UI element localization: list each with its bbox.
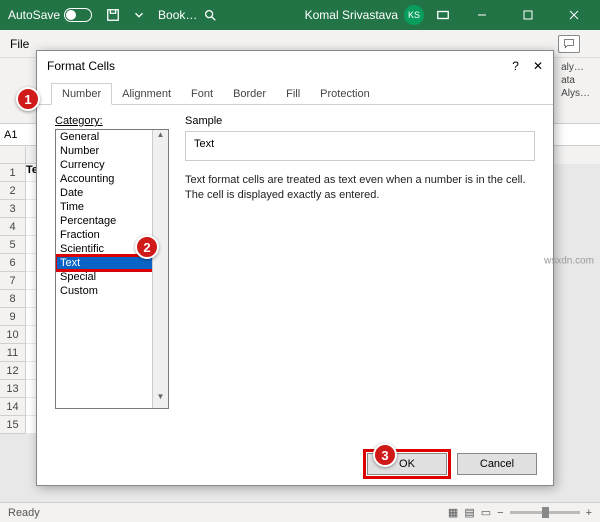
row-header[interactable]: 6 xyxy=(0,254,26,272)
annotation-badge-1: 1 xyxy=(16,87,40,111)
user-name: Komal Srivastava xyxy=(305,8,398,22)
more-icon[interactable] xyxy=(128,4,150,26)
tab-fill[interactable]: Fill xyxy=(276,84,310,104)
sample-label: Sample xyxy=(185,115,535,127)
sample-box: Text xyxy=(185,131,535,161)
row-header[interactable]: 10 xyxy=(0,326,26,344)
dialog-help-button[interactable]: ? xyxy=(512,59,519,73)
toggle-off-icon[interactable] xyxy=(64,8,92,22)
row-header[interactable]: 9 xyxy=(0,308,26,326)
zoom-in-icon[interactable]: + xyxy=(586,507,592,519)
avatar[interactable]: KS xyxy=(404,5,424,25)
row-header[interactable]: 7 xyxy=(0,272,26,290)
view-pagebreak-icon[interactable]: ▭ xyxy=(481,506,491,519)
ribbon-group-analysis[interactable]: Alys… xyxy=(561,88,590,99)
close-button[interactable] xyxy=(554,0,594,30)
view-layout-icon[interactable]: ▤ xyxy=(464,506,474,519)
ribbon-group-data[interactable]: ata xyxy=(561,75,590,86)
tab-protection[interactable]: Protection xyxy=(310,84,380,104)
zoom-slider[interactable] xyxy=(510,511,580,514)
row-header[interactable]: 14 xyxy=(0,398,26,416)
autosave-toggle[interactable]: AutoSave xyxy=(0,8,100,22)
autosave-label: AutoSave xyxy=(8,8,60,22)
ribbon-mode-icon[interactable] xyxy=(432,4,454,26)
comments-icon[interactable] xyxy=(558,35,580,53)
dialog-close-button[interactable]: ✕ xyxy=(533,59,543,73)
row-header[interactable]: 11 xyxy=(0,344,26,362)
row-header[interactable]: 2 xyxy=(0,182,26,200)
view-normal-icon[interactable]: ▦ xyxy=(448,506,458,519)
format-description: Text format cells are treated as text ev… xyxy=(185,173,535,204)
dialog-tabs: Number Alignment Font Border Fill Protec… xyxy=(37,81,553,105)
minimize-button[interactable] xyxy=(462,0,502,30)
scroll-down-icon[interactable]: ▼ xyxy=(153,392,168,408)
row-header[interactable]: 4 xyxy=(0,218,26,236)
row-header[interactable]: 1 xyxy=(0,164,26,182)
tab-alignment[interactable]: Alignment xyxy=(112,84,181,104)
cancel-button[interactable]: Cancel xyxy=(457,453,537,475)
search-icon[interactable] xyxy=(199,4,221,26)
tab-border[interactable]: Border xyxy=(223,84,276,104)
zoom-out-icon[interactable]: − xyxy=(497,507,503,519)
status-bar: Ready ▦ ▤ ▭ − + xyxy=(0,502,600,522)
annotation-badge-2: 2 xyxy=(135,235,159,259)
row-header[interactable]: 13 xyxy=(0,380,26,398)
app-titlebar: AutoSave Book… Komal Srivastava KS xyxy=(0,0,600,30)
watermark: wsxdn.com xyxy=(544,256,594,267)
category-label: Category: xyxy=(55,115,169,127)
file-tab[interactable]: File xyxy=(10,37,29,51)
row-header[interactable]: 15 xyxy=(0,416,26,434)
ribbon-group-analyze[interactable]: aly… xyxy=(561,62,590,73)
file-name: Book… xyxy=(158,8,197,22)
dialog-titlebar: Format Cells ? ✕ xyxy=(37,51,553,81)
select-all-corner[interactable] xyxy=(0,146,26,164)
row-header[interactable]: 5 xyxy=(0,236,26,254)
status-ready: Ready xyxy=(8,507,40,519)
row-header[interactable]: 8 xyxy=(0,290,26,308)
scrollbar[interactable]: ▲ ▼ xyxy=(152,130,168,408)
tab-number[interactable]: Number xyxy=(51,83,112,105)
row-header[interactable]: 3 xyxy=(0,200,26,218)
row-header[interactable]: 12 xyxy=(0,362,26,380)
tab-font[interactable]: Font xyxy=(181,84,223,104)
maximize-button[interactable] xyxy=(508,0,548,30)
sample-value: Text xyxy=(194,138,214,150)
save-icon[interactable] xyxy=(102,4,124,26)
format-cells-dialog: Format Cells ? ✕ Number Alignment Font B… xyxy=(36,50,554,486)
annotation-badge-3: 3 xyxy=(373,443,397,467)
scroll-up-icon[interactable]: ▲ xyxy=(153,130,168,146)
dialog-title: Format Cells xyxy=(47,59,115,73)
category-listbox[interactable]: GeneralNumberCurrencyAccountingDateTimeP… xyxy=(55,129,169,409)
